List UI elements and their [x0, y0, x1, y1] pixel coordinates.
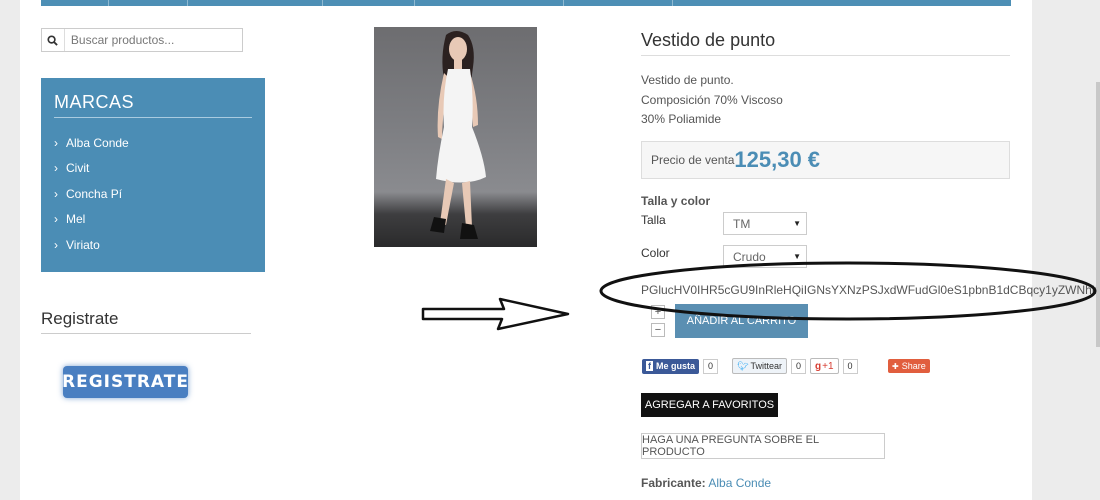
twitter-icon: 🐦︎ [737, 360, 749, 371]
nav-segment[interactable] [415, 0, 564, 6]
brand-item-viriato[interactable]: › Viriato [54, 232, 252, 258]
brand-label[interactable]: Concha Pí [66, 187, 122, 201]
highlight-ellipse-annotation [599, 261, 1097, 321]
chevron-down-icon[interactable]: ▼ [793, 219, 801, 228]
register-button[interactable]: REGISTRATE [62, 366, 188, 398]
google-plus-label[interactable]: +1 [822, 361, 833, 372]
ask-question-button[interactable]: HAGA UNA PREGUNTA SOBRE EL PRODUCTO [641, 433, 885, 459]
google-plus-button[interactable]: g +1 [810, 358, 839, 374]
model-figure [430, 31, 486, 239]
facebook-like-label[interactable]: Me gusta [656, 361, 695, 371]
facebook-like-count: 0 [703, 358, 719, 374]
search-icon[interactable] [42, 29, 65, 51]
brands-list: › Alba Conde › Civit › Concha Pí › Mel › Viri… [54, 130, 252, 258]
facebook-like-widget[interactable]: f Me gusta 0 [642, 358, 719, 374]
brands-panel: MARCAS › Alba Conde › Civit › Concha Pí › Me… [41, 78, 265, 272]
size-label: Talla [641, 213, 666, 227]
manufacturer-link[interactable]: Alba Conde [708, 476, 771, 490]
manufacturer-label: Fabricante: [641, 476, 706, 490]
brand-item-concha-pi[interactable]: › Concha Pí [54, 181, 252, 207]
twitter-tweet-count: 0 [790, 358, 806, 374]
register-heading: Registrate [41, 309, 251, 334]
chevron-right-icon: › [54, 212, 58, 227]
manufacturer-line: Fabricante: Alba Conde [641, 476, 771, 490]
description-line: Composición 70% Viscoso [641, 92, 783, 107]
price-box: Precio de venta 125,30 € [641, 141, 1010, 179]
google-plus-count: 0 [842, 358, 858, 374]
add-to-favorites-button[interactable]: AGREGAR A FAVORITOS [641, 393, 778, 417]
brands-title: MARCAS [54, 92, 252, 118]
attributes-title: Talla y color [641, 194, 711, 208]
share-widget[interactable]: ✚ Share [888, 358, 930, 374]
brand-item-civit[interactable]: › Civit [54, 156, 252, 182]
brand-item-alba-conde[interactable]: › Alba Conde [54, 130, 252, 156]
product-image[interactable] [374, 27, 537, 247]
google-plus-widget[interactable]: g +1 0 [810, 358, 858, 374]
twitter-tweet-button[interactable]: 🐦︎ Twittear [732, 358, 787, 374]
share-icon: ✚ [892, 361, 899, 371]
google-plus-icon: g [815, 360, 822, 372]
nav-segment[interactable] [109, 0, 188, 6]
nav-segment[interactable] [188, 0, 323, 6]
share-button[interactable]: ✚ Share [888, 359, 930, 373]
nav-segment[interactable] [41, 0, 109, 6]
arrow-annotation-icon [421, 297, 570, 331]
brand-label[interactable]: Alba Conde [66, 136, 129, 150]
search-input[interactable] [64, 32, 242, 48]
description-line: 30% Poliamide [641, 112, 722, 126]
product-description: Vestido de punto. Composición 70% Viscos… [641, 71, 783, 130]
price-label: Precio de venta [651, 153, 735, 167]
chevron-right-icon: › [54, 186, 58, 201]
nav-segment[interactable] [564, 0, 673, 6]
twitter-tweet-label[interactable]: Twittear [750, 361, 782, 371]
size-select[interactable]: TM ▼ [723, 212, 807, 235]
search-box[interactable] [41, 28, 243, 52]
description-line: Vestido de punto. [641, 73, 734, 87]
twitter-widget[interactable]: 🐦︎ Twittear 0 [732, 358, 806, 374]
product-title: Vestido de punto [641, 30, 1010, 56]
nav-segment[interactable] [323, 0, 415, 6]
facebook-icon: f [646, 361, 653, 371]
chevron-right-icon: › [54, 237, 58, 252]
share-label[interactable]: Share [902, 361, 926, 371]
brand-label[interactable]: Viriato [66, 238, 100, 252]
top-navigation-bar[interactable] [41, 0, 1011, 6]
chevron-right-icon: › [54, 135, 58, 150]
brand-item-mel[interactable]: › Mel [54, 207, 252, 233]
brand-label[interactable]: Civit [66, 161, 89, 175]
size-select-value[interactable]: TM [733, 217, 750, 231]
price-value: 125,30 € [734, 147, 821, 172]
brand-label[interactable]: Mel [66, 212, 85, 226]
chevron-right-icon: › [54, 161, 58, 176]
facebook-like-button[interactable]: f Me gusta [642, 358, 700, 374]
